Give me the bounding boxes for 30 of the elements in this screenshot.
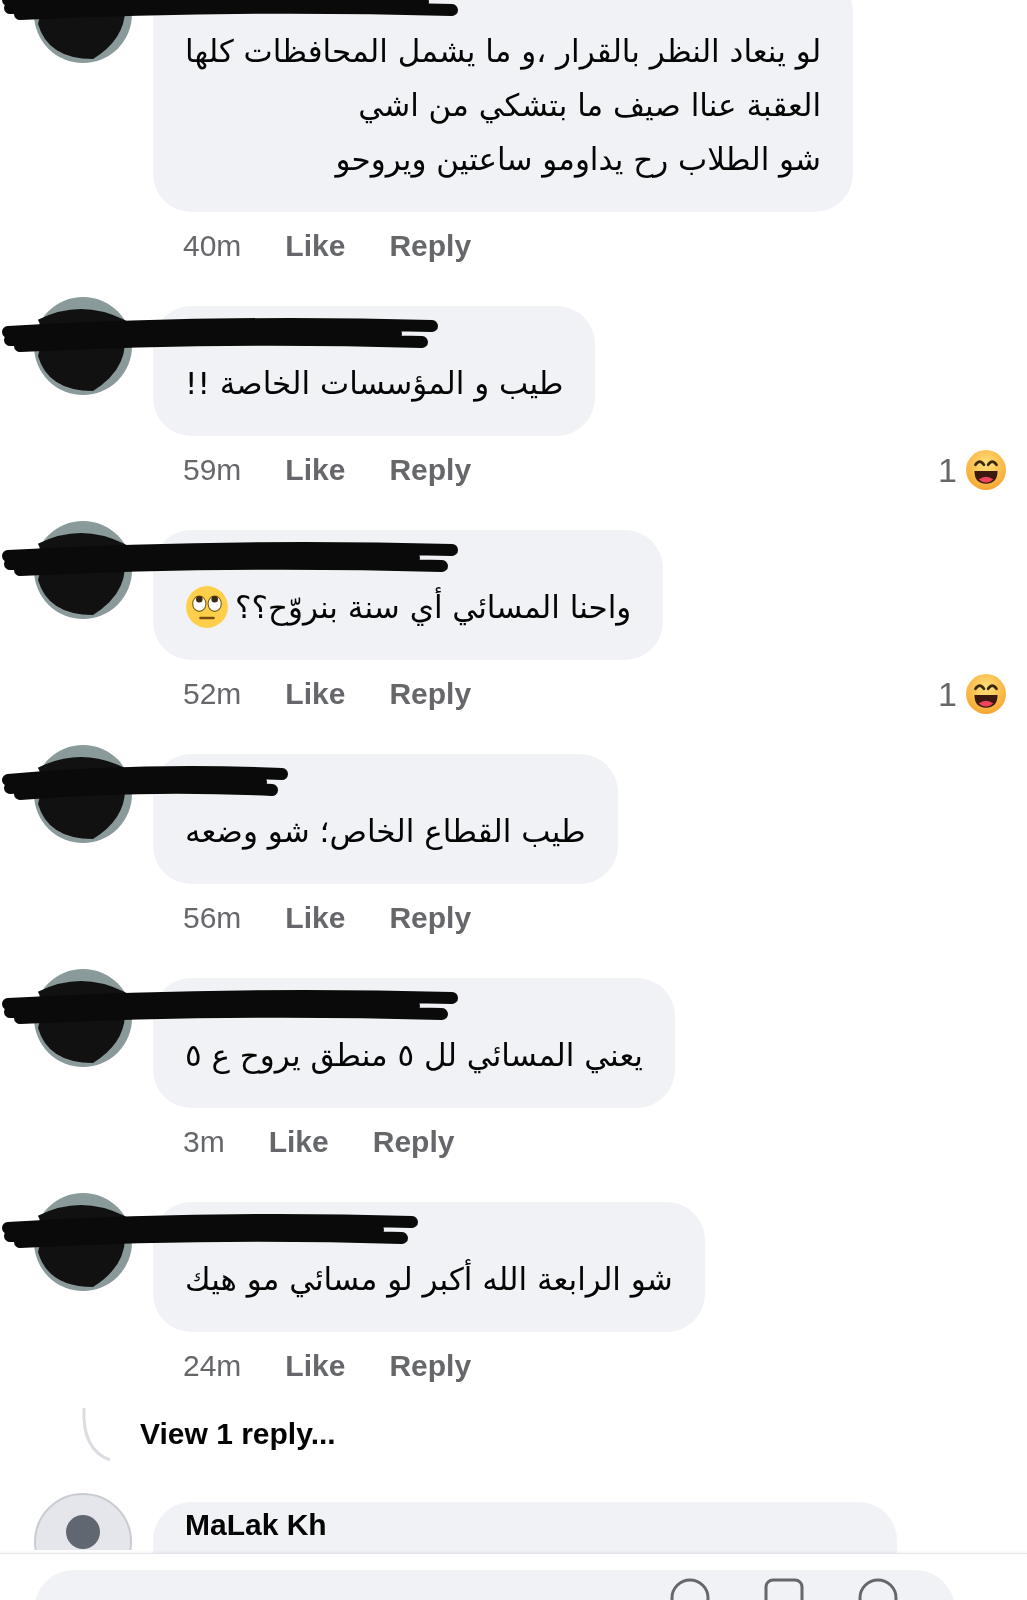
comment-text: لو ينعاد النظر بالقرار ،و ما يشمل المحافظات كلها: [185, 32, 822, 72]
reply-link[interactable]: Reply: [372, 1125, 455, 1159]
like-link[interactable]: Like: [285, 1349, 346, 1383]
comment-text: شو الطلاب رح يداومو ساعتين ويروحو: [335, 140, 822, 180]
view-replies-link[interactable]: View 1 reply...: [140, 1417, 336, 1451]
comment-text: واحنا المسائي أي سنة بنروّح؟؟: [235, 586, 632, 628]
comment-time: 59m: [183, 453, 242, 487]
like-link[interactable]: Like: [285, 453, 346, 487]
comment-time: 40m: [183, 229, 242, 263]
like-link[interactable]: Like: [285, 901, 346, 935]
comment-text: شو الرابعة الله أكبر لو مسائي مو هيك: [185, 1258, 673, 1300]
reaction-count: 1: [938, 450, 957, 490]
comment-time: 3m: [183, 1125, 225, 1159]
like-link[interactable]: Like: [285, 677, 346, 711]
comment-text: العقبة عناا صيف ما بتشكي من اشي: [358, 86, 822, 126]
reaction-count: 1: [938, 674, 957, 714]
like-link[interactable]: Like: [268, 1125, 329, 1159]
reply-link[interactable]: Reply: [389, 677, 472, 711]
comment-text: يعني المسائي لل ٥ منطق يروح ع ٥: [185, 1036, 643, 1076]
comment-text: طيب و المؤسسات الخاصة !!: [185, 364, 564, 404]
like-link[interactable]: Like: [285, 229, 346, 263]
comment-time: 56m: [183, 901, 242, 935]
reply-link[interactable]: Reply: [389, 1349, 472, 1383]
reply-link[interactable]: Reply: [389, 453, 472, 487]
reply-link[interactable]: Reply: [389, 901, 472, 935]
reply-link[interactable]: Reply: [389, 229, 472, 263]
comment-time: 52m: [183, 677, 242, 711]
comment-time: 24m: [183, 1349, 242, 1383]
comment-text: طيب القطاع الخاص؛ شو وضعه: [185, 812, 586, 852]
commenter-name[interactable]: MaLak Kh: [185, 1508, 865, 1548]
